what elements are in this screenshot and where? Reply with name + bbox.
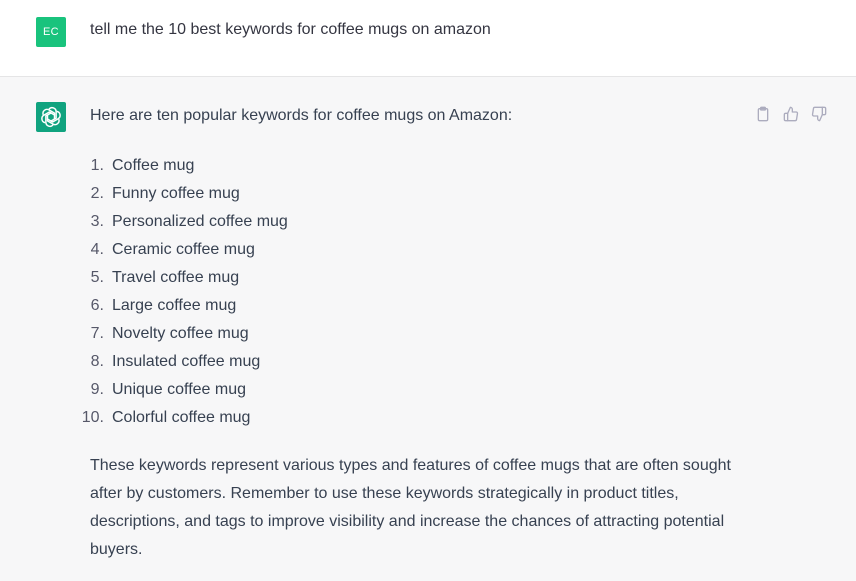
list-item-number: 4.: [90, 241, 104, 258]
list-item-text: Novelty coffee mug: [112, 325, 249, 342]
list-item-text: Unique coffee mug: [112, 381, 247, 398]
list-item: 10. Colorful coffee mug: [82, 404, 740, 432]
list-item: 8. Insulated coffee mug: [90, 348, 740, 376]
list-item-number: 8.: [90, 353, 104, 370]
assistant-intro-text: Here are ten popular keywords for coffee…: [90, 107, 513, 124]
assistant-message-content: Here are ten popular keywords for coffee…: [82, 104, 740, 564]
assistant-message-row: Here are ten popular keywords for coffee…: [0, 77, 856, 581]
list-item-text: Coffee mug: [112, 157, 195, 174]
thumbs-down-icon: [811, 106, 827, 122]
keyword-list: 1. Coffee mug 2. Funny coffee mug 3. Person…: [82, 152, 740, 432]
assistant-outro-text: These keywords represent various types a…: [90, 457, 731, 558]
openai-logo-icon: [41, 107, 61, 127]
copy-button[interactable]: [754, 105, 772, 123]
thumbs-up-icon: [783, 106, 799, 122]
thumbs-up-button[interactable]: [782, 105, 800, 123]
list-item-number: 1.: [90, 157, 104, 174]
message-actions: [754, 105, 828, 123]
list-item-number: 10.: [81, 409, 104, 426]
user-message-row: EC tell me the 10 best keywords for coff…: [0, 0, 856, 77]
user-avatar: EC: [36, 17, 66, 47]
list-item-text: Large coffee mug: [112, 297, 237, 314]
list-item-text: Funny coffee mug: [112, 185, 240, 202]
list-item-number: 9.: [90, 381, 104, 398]
thumbs-down-button[interactable]: [810, 105, 828, 123]
list-item: 6. Large coffee mug: [90, 292, 740, 320]
list-item-text: Insulated coffee mug: [112, 353, 261, 370]
list-item: 5. Travel coffee mug: [90, 264, 740, 292]
list-item-number: 6.: [90, 297, 104, 314]
list-item-text: Personalized coffee mug: [112, 213, 288, 230]
list-item-text: Travel coffee mug: [112, 269, 240, 286]
list-item: 2. Funny coffee mug: [90, 180, 740, 208]
assistant-avatar: [36, 102, 66, 132]
list-item: 7. Novelty coffee mug: [90, 320, 740, 348]
list-item-number: 3.: [90, 213, 104, 230]
list-item: 9. Unique coffee mug: [90, 376, 740, 404]
list-item-text: Ceramic coffee mug: [112, 241, 255, 258]
list-item: 3. Personalized coffee mug: [90, 208, 740, 236]
list-item-number: 7.: [90, 325, 104, 342]
list-item: 1. Coffee mug: [90, 152, 740, 180]
list-item: 4. Ceramic coffee mug: [90, 236, 740, 264]
list-item-text: Colorful coffee mug: [112, 409, 251, 426]
list-item-number: 2.: [90, 185, 104, 202]
clipboard-icon: [757, 106, 769, 122]
user-message-text: tell me the 10 best keywords for coffee …: [90, 21, 491, 38]
list-item-number: 5.: [90, 269, 104, 286]
